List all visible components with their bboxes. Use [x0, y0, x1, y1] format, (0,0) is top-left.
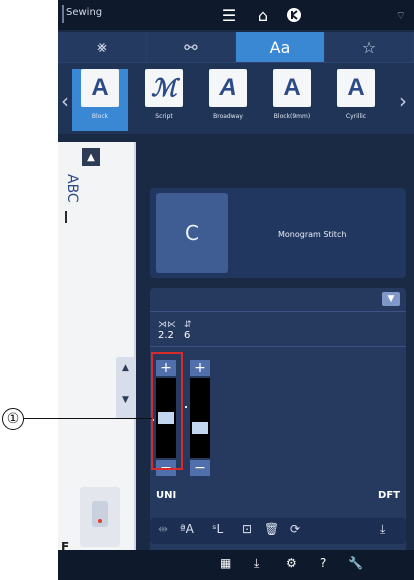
width-thumb[interactable]: [158, 412, 174, 424]
chevron-left-icon[interactable]: ‹: [58, 81, 72, 121]
stitch-length-value: 6: [184, 330, 191, 341]
mode-label: Sewing: [66, 7, 103, 18]
alphabet-icon: Aa: [269, 37, 291, 57]
stop-icon[interactable]: [283, 5, 305, 25]
save-icon[interactable]: ⤓: [380, 522, 385, 537]
category-tabs: ⨳ ⚯ Aa ☆: [58, 32, 414, 62]
stitch-settings-area: C Monogram Stitch ▼ ⋊⋉ 2.2 ⇵ 6 + − + − U…: [150, 188, 406, 573]
stitch-name: Monogram Stitch: [278, 230, 347, 239]
chevron-down-icon[interactable]: ▼: [382, 292, 400, 306]
tab-decorative-stitch[interactable]: ⚯: [147, 32, 236, 62]
program-icon[interactable]: ⟳: [290, 522, 300, 536]
font-selector: ‹ A Block ℳ Script A Broadway A Block(9m…: [58, 62, 414, 134]
bottom-bar: ▦ ⤓ ⚙ ? 🔧: [58, 550, 414, 580]
width-plus-button[interactable]: +: [156, 360, 176, 376]
wrench-icon[interactable]: 🔧: [348, 556, 363, 570]
scroll-down-icon[interactable]: ▼: [122, 395, 129, 405]
gear-icon[interactable]: ⚙: [286, 556, 297, 570]
selected-letter: C: [156, 193, 228, 273]
bobbin-icon[interactable]: ▦: [220, 556, 231, 570]
stitch-length-slider: + −: [190, 360, 210, 476]
scroll-up-icon[interactable]: ▲: [122, 363, 129, 373]
font-label: Block: [91, 113, 109, 120]
menu-icon[interactable]: ☰: [218, 5, 240, 25]
font-label: Block(9mm): [273, 113, 311, 120]
uni-label[interactable]: UNI: [156, 490, 176, 501]
callout-number: ①: [2, 408, 24, 430]
tab-favorites[interactable]: ☆: [325, 32, 414, 62]
needle-position-dot: [98, 519, 102, 523]
cursor-line: [65, 211, 67, 223]
font-tile-script[interactable]: ℳ Script: [136, 69, 192, 131]
help-icon[interactable]: ?: [320, 556, 326, 570]
length-plus-button[interactable]: +: [190, 360, 210, 376]
edit-toolbar: ⇹ ªA ˢL ⊡ 🗑 ⟳ ⤓: [150, 518, 406, 544]
chevron-right-icon[interactable]: ›: [396, 81, 410, 121]
delete-icon[interactable]: 🗑: [264, 522, 279, 536]
stitch-width-value: 2.2: [158, 330, 174, 341]
font-tile-broadway[interactable]: A Broadway: [200, 69, 256, 131]
home-icon[interactable]: ⌂: [252, 5, 274, 25]
page: Sewing ☰ ⌂ ⌔ ⨳ ⚯ Aa ☆ ‹ A Block ℳ Script: [0, 0, 414, 580]
utility-stitch-icon: ⨳: [97, 37, 107, 56]
preview-text: ABC: [64, 174, 80, 203]
presser-foot-icon: [92, 501, 108, 527]
stitch-length-icon: ⇵: [184, 320, 192, 330]
decorative-stitch-icon: ⚯: [184, 37, 198, 57]
font-label: Broadway: [213, 113, 243, 120]
mode-indicator: [62, 5, 64, 23]
callout-leader-line: [24, 418, 152, 419]
scroll-to-top-icon[interactable]: ▲: [82, 148, 100, 166]
divider: [150, 311, 406, 312]
font-tile-block[interactable]: A Block: [72, 69, 128, 131]
font-glyph: A: [209, 69, 247, 107]
selected-stitch: C Monogram Stitch: [150, 188, 406, 278]
length-thumb[interactable]: [192, 422, 208, 435]
mirror-icon[interactable]: ⇹: [158, 522, 168, 536]
wifi-icon: ⌔: [395, 9, 406, 22]
status-bar: Sewing ☰ ⌂ ⌔: [58, 0, 414, 30]
font-size-icon[interactable]: ªA: [180, 522, 194, 536]
tab-alphabet[interactable]: Aa: [236, 32, 325, 62]
stitch-width-param: ⋊⋉ 2.2: [158, 320, 176, 341]
default-marker: [152, 419, 154, 421]
zoom-icon[interactable]: ⊡: [242, 522, 252, 536]
download-icon[interactable]: ⤓: [254, 556, 259, 571]
width-minus-button[interactable]: −: [156, 460, 176, 476]
preview-scroll: ▲ ▼: [116, 357, 136, 419]
favorites-icon: ☆: [361, 37, 377, 57]
font-label: Cyrillic: [345, 113, 367, 120]
font-glyph: ℳ: [145, 69, 183, 107]
presser-foot-preview: [80, 487, 120, 547]
stitch-preview-panel: ▲ ABC ▲ ▼ F: [58, 142, 136, 574]
tab-utility-stitch[interactable]: ⨳: [58, 32, 147, 62]
width-track[interactable]: [156, 378, 176, 458]
font-glyph: A: [273, 69, 311, 107]
font-label: Script: [155, 113, 173, 120]
dft-label[interactable]: DFT: [378, 490, 400, 501]
stitch-width-icon: ⋊⋉: [158, 320, 176, 330]
stitch-length-param: ⇵ 6: [184, 320, 192, 341]
machine-screen: Sewing ☰ ⌂ ⌔ ⨳ ⚯ Aa ☆ ‹ A Block ℳ Script: [58, 0, 414, 580]
font-tile-cyrillic[interactable]: A Cyrillic: [328, 69, 384, 131]
font-glyph: A: [337, 69, 375, 107]
font-glyph: A: [81, 69, 119, 107]
default-marker: [185, 406, 187, 408]
settings-panel: ▼ ⋊⋉ 2.2 ⇵ 6 + − + − UNI DFT ⇹ ªA ˢL ⊡ 🗑…: [150, 288, 406, 566]
char-size-icon[interactable]: ˢL: [212, 522, 223, 536]
length-minus-button[interactable]: −: [190, 460, 210, 476]
divider: [150, 346, 406, 347]
stitch-width-slider: + −: [156, 360, 176, 476]
length-track[interactable]: [190, 378, 210, 458]
font-tile-block-9mm[interactable]: A Block(9mm): [264, 69, 320, 131]
